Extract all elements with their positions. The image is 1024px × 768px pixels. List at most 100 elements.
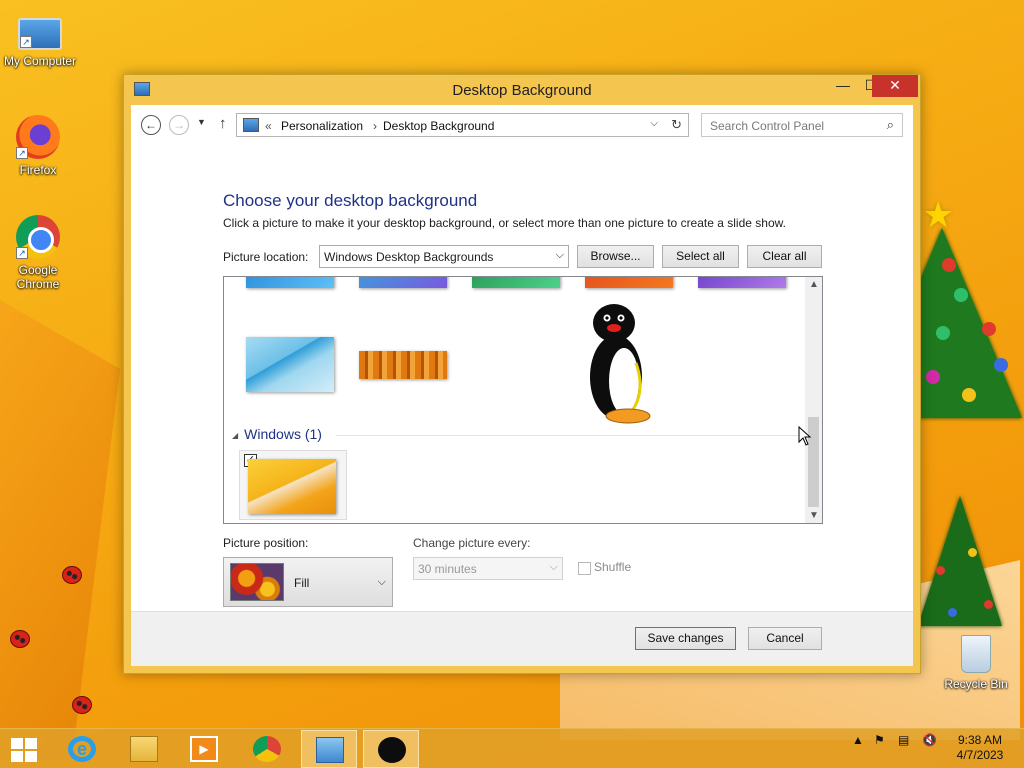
- taskbar: e ▶ ▲ ⚑ ▤ 🔇 9:38 AM 4/7/2023: [0, 728, 1024, 768]
- chevron-down-icon: ⌵: [549, 561, 558, 573]
- chevron-down-icon[interactable]: ⌵: [650, 118, 658, 129]
- recent-locations-button[interactable]: ▼: [197, 117, 206, 127]
- christmas-tree-decoration: [918, 496, 1002, 626]
- desktop-icon-label: Recycle Bin: [944, 677, 1008, 691]
- desktop-icon-my-computer[interactable]: ↗ My Computer: [2, 12, 78, 68]
- scroll-down-icon[interactable]: ▼: [809, 510, 819, 521]
- volume-muted-icon[interactable]: 🔇: [922, 733, 937, 747]
- wallpaper-thumbnail-selected[interactable]: ✓: [239, 450, 347, 520]
- ladybug-decoration: [72, 696, 92, 714]
- internet-explorer-icon: e: [68, 736, 96, 762]
- picture-position-label: Picture position:: [223, 536, 309, 550]
- taskbar-control-panel[interactable]: [301, 730, 357, 768]
- forward-button[interactable]: →: [169, 115, 189, 135]
- wallpaper-thumbnail[interactable]: [698, 277, 786, 288]
- chrome-icon: ↗: [16, 215, 60, 259]
- search-input[interactable]: Search Control Panel: [710, 119, 824, 133]
- ladybug-decoration: [10, 630, 30, 648]
- taskbar-file-explorer[interactable]: [116, 730, 172, 768]
- taskbar-chrome[interactable]: [239, 730, 295, 768]
- title-bar[interactable]: Desktop Background — ☐ ✕: [124, 75, 920, 105]
- wallpaper-shape: [0, 300, 120, 760]
- breadcrumb-desktop-background[interactable]: Desktop Background: [383, 119, 494, 133]
- address-bar[interactable]: « Personalization › Desktop Background ⌵…: [236, 113, 689, 137]
- picture-gallery: ◢ Windows (1) ✓ ▲ ▼: [223, 276, 823, 524]
- up-button[interactable]: ↑: [219, 115, 227, 132]
- wallpaper-thumbnail[interactable]: [472, 277, 560, 288]
- clock-time: 9:38 AM: [957, 733, 1003, 747]
- picture-position-value: Fill: [294, 576, 310, 590]
- group-divider: [336, 435, 806, 436]
- windows-logo-icon: [11, 738, 37, 762]
- taskbar-pingu[interactable]: [363, 730, 419, 768]
- chrome-icon: [253, 736, 281, 762]
- system-clock[interactable]: 9:38 AM 4/7/2023: [950, 733, 1010, 763]
- action-center-flag-icon[interactable]: ⚑: [874, 733, 885, 747]
- desktop-icon-recycle-bin[interactable]: Recycle Bin: [938, 635, 1014, 691]
- network-icon[interactable]: ▤: [898, 733, 909, 747]
- desktop-icon-label: Google Chrome: [16, 263, 60, 291]
- desktop-icon-label: My Computer: [3, 54, 77, 68]
- picture-location-dropdown[interactable]: Windows Desktop Backgrounds ⌵: [319, 245, 569, 268]
- wallpaper-thumbnail[interactable]: [585, 277, 673, 288]
- breadcrumb-separator-icon[interactable]: ›: [373, 119, 377, 133]
- pingu-icon: [378, 737, 406, 763]
- breadcrumb-overflow[interactable]: «: [265, 119, 272, 133]
- search-box[interactable]: Search Control Panel ⌕: [701, 113, 903, 137]
- close-button[interactable]: ✕: [872, 75, 918, 97]
- breadcrumb-personalization[interactable]: Personalization: [281, 119, 363, 133]
- picture-location-label: Picture location:: [223, 250, 309, 264]
- shuffle-label: Shuffle: [594, 560, 632, 574]
- control-panel-icon: [243, 118, 259, 132]
- show-hidden-icons-button[interactable]: ▲: [852, 733, 864, 747]
- navigation-bar: ← → ▼ ↑ « Personalization › Desktop Back…: [131, 105, 913, 142]
- chevron-down-icon: ⌵: [555, 249, 564, 261]
- flowers-preview-image: [230, 563, 284, 601]
- change-picture-dropdown[interactable]: 30 minutes ⌵: [413, 557, 563, 580]
- page-title: Choose your desktop background: [223, 191, 478, 210]
- wallpaper-thumbnail[interactable]: [246, 277, 334, 288]
- folder-icon: [130, 736, 158, 762]
- picture-location-value: Windows Desktop Backgrounds: [324, 250, 494, 264]
- windows-wallpaper-image: [248, 459, 336, 514]
- scroll-up-icon[interactable]: ▲: [809, 279, 819, 290]
- window-title: Desktop Background: [452, 82, 592, 99]
- wallpaper-thumbnail[interactable]: [359, 277, 447, 288]
- search-icon[interactable]: ⌕: [887, 117, 894, 133]
- taskbar-internet-explorer[interactable]: e: [54, 730, 110, 768]
- control-panel-icon: [316, 737, 344, 763]
- picture-position-dropdown[interactable]: Fill ⌵: [223, 557, 393, 607]
- computer-icon: ↗: [18, 18, 62, 50]
- clear-all-button[interactable]: Clear all: [747, 245, 822, 268]
- pingu-thumbnail[interactable]: [584, 303, 654, 425]
- mouse-cursor-icon: [798, 426, 812, 446]
- desktop-icon-google-chrome[interactable]: ↗ Google Chrome: [0, 215, 76, 291]
- collapse-triangle-icon[interactable]: ◢: [232, 431, 238, 440]
- taskbar-media-player[interactable]: ▶: [176, 730, 232, 768]
- save-changes-button[interactable]: Save changes: [635, 627, 736, 650]
- recycle-bin-icon: [961, 635, 991, 673]
- shuffle-checkbox[interactable]: [578, 562, 591, 575]
- group-label: Windows (1): [244, 426, 322, 442]
- desktop-icon-label: Firefox: [19, 163, 57, 177]
- window-client-area: ← → ▼ ↑ « Personalization › Desktop Back…: [131, 105, 913, 666]
- change-picture-label: Change picture every:: [413, 536, 531, 550]
- desktop-background-window: Desktop Background — ☐ ✕ ← → ▼ ↑ « Perso…: [123, 74, 921, 674]
- firefox-icon: ↗: [16, 115, 60, 159]
- browse-button[interactable]: Browse...: [577, 245, 654, 268]
- clock-date: 4/7/2023: [956, 748, 1004, 762]
- dialog-footer: Save changes Cancel: [131, 611, 913, 666]
- wallpaper-thumbnail[interactable]: [359, 351, 447, 379]
- page-description: Click a picture to make it your desktop …: [223, 216, 786, 230]
- group-header-windows[interactable]: ◢ Windows (1): [232, 426, 322, 442]
- media-player-icon: ▶: [190, 736, 218, 762]
- vertical-scrollbar[interactable]: ▲ ▼: [805, 277, 822, 523]
- chevron-down-icon: ⌵: [377, 576, 386, 588]
- cancel-button[interactable]: Cancel: [748, 627, 822, 650]
- wallpaper-thumbnail[interactable]: [246, 337, 334, 392]
- start-button[interactable]: [0, 730, 56, 768]
- select-all-button[interactable]: Select all: [662, 245, 739, 268]
- back-button[interactable]: ←: [141, 115, 161, 135]
- desktop-icon-firefox[interactable]: ↗ Firefox: [0, 115, 76, 177]
- refresh-icon[interactable]: ↻: [671, 117, 682, 133]
